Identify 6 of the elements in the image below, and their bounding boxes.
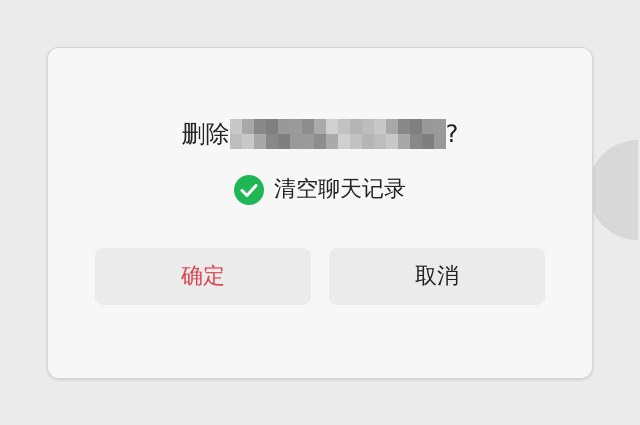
cancel-button[interactable]: 取消 [329,248,545,305]
check-icon[interactable] [234,174,264,204]
confirm-button[interactable]: 确定 [95,248,311,305]
option-label: 清空聊天记录 [274,176,406,204]
question-mark: ? [446,119,458,150]
dialog-title: 删除 [182,119,230,150]
